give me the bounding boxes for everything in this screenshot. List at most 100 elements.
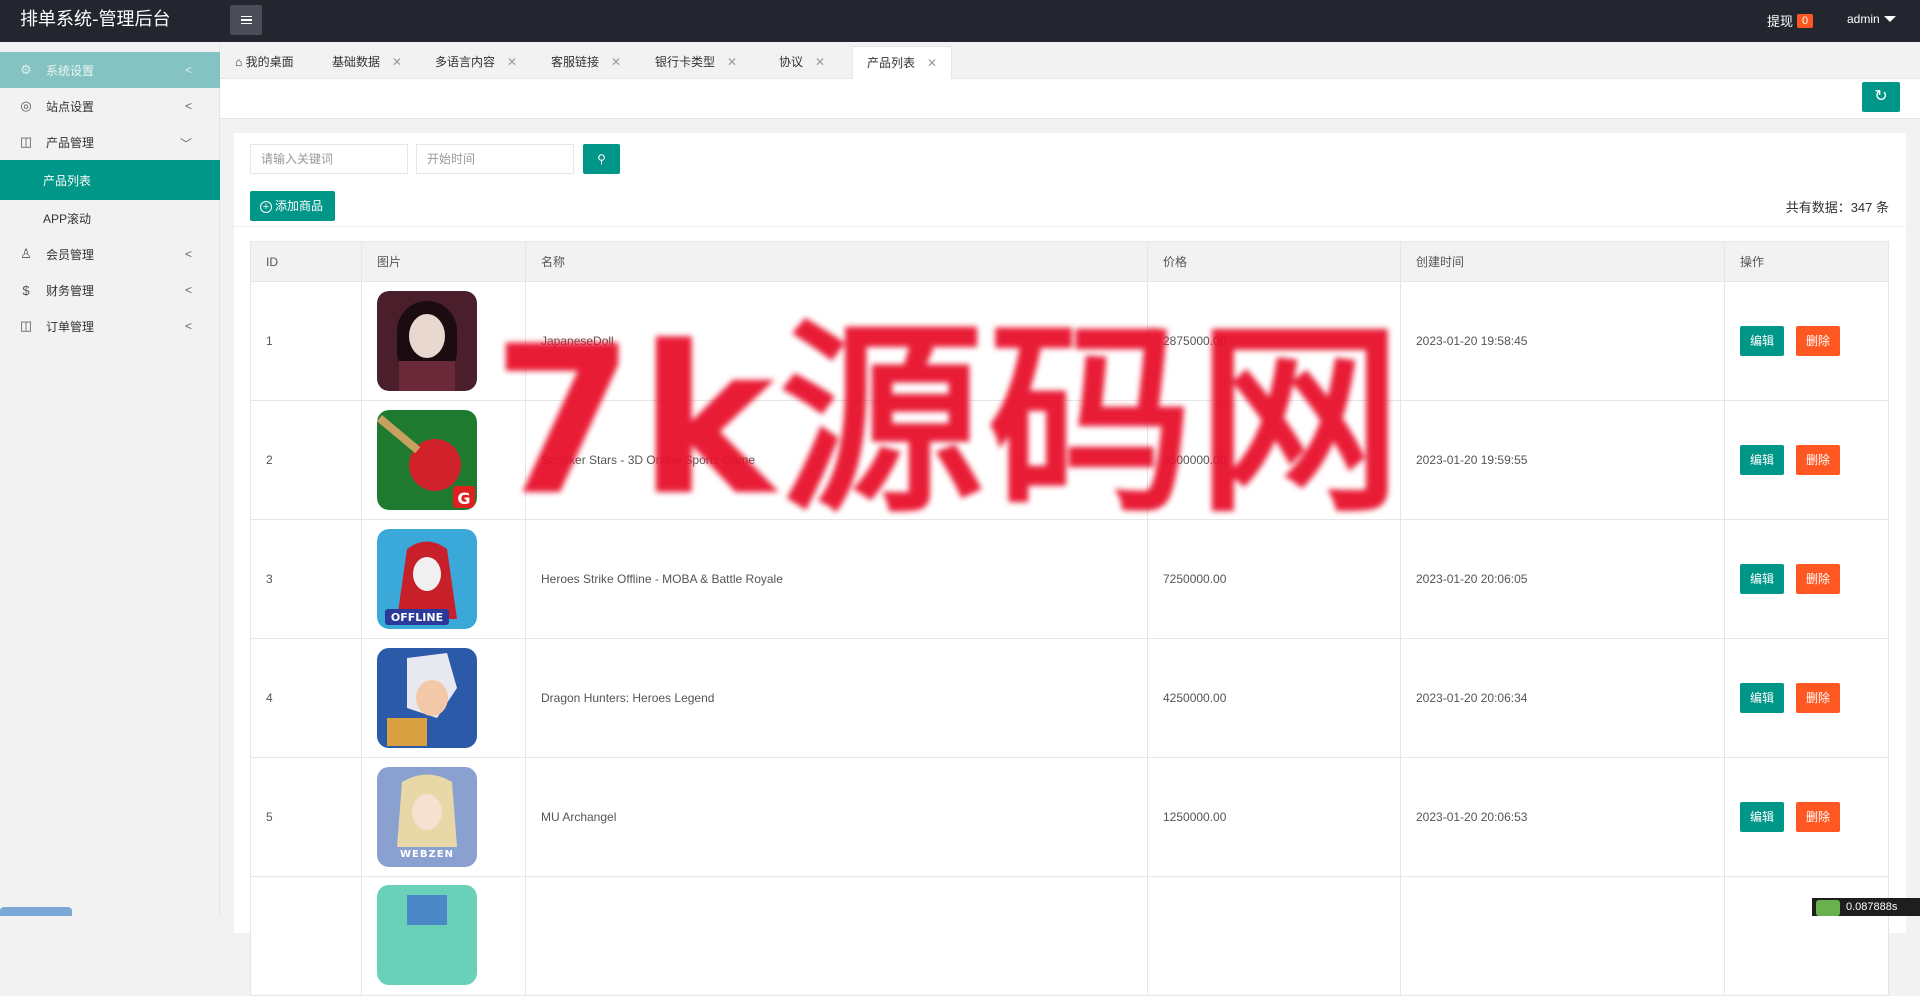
tab-agreement[interactable]: 协议 ✕: [779, 46, 825, 79]
svg-text:WEBZEN: WEBZEN: [400, 849, 454, 860]
tab-bank-card-type[interactable]: 银行卡类型 ✕: [655, 46, 737, 79]
box-icon: ◫: [19, 134, 33, 149]
user-name: admin: [1847, 12, 1880, 26]
tab-basic-data[interactable]: 基础数据 ✕: [332, 46, 402, 79]
delete-button[interactable]: 删除: [1796, 564, 1840, 594]
delete-button[interactable]: 删除: [1796, 326, 1840, 356]
tab-my-desktop[interactable]: ⌂ 我的桌面: [235, 46, 294, 79]
edit-button[interactable]: 编辑: [1740, 683, 1784, 713]
close-icon[interactable]: ✕: [815, 55, 825, 69]
column-header-id: ID: [250, 241, 362, 282]
svg-text:OFFLINE: OFFLINE: [391, 611, 443, 624]
withdraw-count-badge: 0: [1797, 13, 1814, 28]
keyword-search-input[interactable]: 请输入关键词: [250, 144, 408, 174]
column-header-image: 图片: [361, 241, 526, 282]
app-title: 排单系统-管理后台: [20, 9, 171, 30]
debug-timer: 0.087888s: [1812, 898, 1920, 916]
sidebar-item-site-settings[interactable]: ◎ 站点设置 <: [0, 88, 220, 124]
chevron-left-icon: <: [184, 319, 192, 333]
sidebar-item-product-management[interactable]: ◫ 产品管理 ﹀: [0, 124, 220, 160]
box-icon: ◫: [19, 318, 33, 333]
watermark-overlay: 7k源码网: [492, 303, 1406, 541]
edit-button[interactable]: 编辑: [1740, 564, 1784, 594]
sidebar-item-label: 站点设置: [46, 99, 95, 114]
cell-actions: [1724, 876, 1889, 996]
cell-created: 2023-01-20 20:06:05: [1400, 519, 1725, 639]
product-thumbnail: [377, 648, 477, 748]
sidebar-item-app-scroll[interactable]: APP滚动: [0, 200, 220, 236]
product-thumbnail: WEBZEN: [377, 767, 477, 867]
edit-button[interactable]: 编辑: [1740, 326, 1784, 356]
cell-actions: 编辑 删除: [1724, 519, 1889, 639]
table-row: [250, 876, 1889, 996]
tab-multilingual[interactable]: 多语言内容 ✕: [435, 46, 517, 79]
tab-service-link[interactable]: 客服链接 ✕: [551, 46, 621, 79]
add-product-button[interactable]: + 添加商品: [250, 191, 335, 221]
cell-image: [361, 876, 526, 996]
menu-toggle-button[interactable]: [230, 5, 262, 35]
search-icon: ⚲: [597, 152, 606, 166]
close-icon[interactable]: ✕: [927, 56, 937, 70]
sidebar-item-order-management[interactable]: ◫ 订单管理 <: [0, 308, 220, 344]
user-icon: ♙: [20, 246, 32, 261]
close-icon[interactable]: ✕: [392, 55, 402, 69]
plus-circle-icon: +: [260, 201, 272, 213]
hamburger-icon: [240, 15, 252, 18]
search-button[interactable]: ⚲: [583, 144, 620, 174]
product-thumbnail: G: [377, 410, 477, 510]
cell-created: 2023-01-20 20:06:53: [1400, 757, 1725, 877]
sidebar-item-product-list[interactable]: 产品列表: [0, 160, 220, 200]
product-thumbnail: [377, 291, 477, 391]
cell-created: 2023-01-20 20:06:34: [1400, 638, 1725, 758]
sidebar-item-member-management[interactable]: ♙ 会员管理 <: [0, 236, 220, 272]
cell-price: [1147, 876, 1401, 996]
close-icon[interactable]: ✕: [727, 55, 737, 69]
delete-button[interactable]: 删除: [1796, 445, 1840, 475]
user-menu[interactable]: admin: [1847, 12, 1896, 26]
sidebar-item-label: 会员管理: [46, 247, 95, 262]
sidebar-item-label: APP滚动: [43, 211, 92, 226]
column-header-created: 创建时间: [1400, 241, 1725, 282]
sidebar-item-finance-management[interactable]: $ 财务管理 <: [0, 272, 220, 308]
cell-price: 4250000.00: [1147, 638, 1401, 758]
sidebar-item-system-settings[interactable]: ⚙ 系统设置 <: [0, 52, 220, 88]
tab-label: 基础数据: [332, 55, 381, 69]
delete-button[interactable]: 删除: [1796, 683, 1840, 713]
chevron-left-icon: <: [184, 99, 192, 113]
sidebar: ⚙ 系统设置 < ◎ 站点设置 < ◫ 产品管理 ﹀ 产品列表 APP滚动 ♙ …: [0, 42, 220, 916]
column-header-actions: 操作: [1724, 241, 1889, 282]
close-icon[interactable]: ✕: [611, 55, 621, 69]
close-icon[interactable]: ✕: [507, 55, 517, 69]
table-header-row: ID 图片 名称 价格 创建时间 操作: [250, 241, 1889, 282]
corner-tab: [0, 907, 72, 916]
edit-button[interactable]: 编辑: [1740, 802, 1784, 832]
cell-created: 2023-01-20 19:59:55: [1400, 400, 1725, 520]
edit-button[interactable]: 编辑: [1740, 445, 1784, 475]
chevron-left-icon: <: [184, 283, 192, 297]
cell-created: [1400, 876, 1725, 996]
home-icon: ⌂: [235, 55, 243, 69]
table-row: 4 Dragon Hunters: Heroes Legend 4250000.…: [250, 638, 1889, 758]
refresh-icon: ↻: [1874, 88, 1888, 105]
refresh-button[interactable]: ↻: [1862, 82, 1900, 112]
svg-text:G: G: [457, 489, 470, 508]
tab-label: 产品列表: [867, 56, 916, 70]
cell-id: [250, 876, 362, 996]
tab-label: 我的桌面: [245, 55, 294, 69]
product-thumbnail: [377, 885, 477, 985]
add-product-label: 添加商品: [275, 199, 324, 213]
delete-button[interactable]: 删除: [1796, 802, 1840, 832]
sidebar-item-label: 订单管理: [46, 319, 95, 334]
leaf-icon: [1816, 900, 1840, 916]
cell-id: 5: [250, 757, 362, 877]
tab-product-list[interactable]: 产品列表 ✕: [852, 46, 953, 79]
tab-label: 银行卡类型: [655, 55, 716, 69]
withdraw-link[interactable]: 提现 0: [1767, 11, 1814, 30]
start-date-input[interactable]: 开始时间: [416, 144, 574, 174]
table-row: 5 WEBZEN MU Archangel 1250000.00 2023-01…: [250, 757, 1889, 877]
globe-icon: ◎: [20, 98, 32, 113]
tab-label: 客服链接: [551, 55, 600, 69]
tab-label: 协议: [779, 55, 804, 69]
top-bar: 排单系统-管理后台 提现 0 admin: [0, 0, 1920, 42]
cell-actions: 编辑 删除: [1724, 281, 1889, 401]
